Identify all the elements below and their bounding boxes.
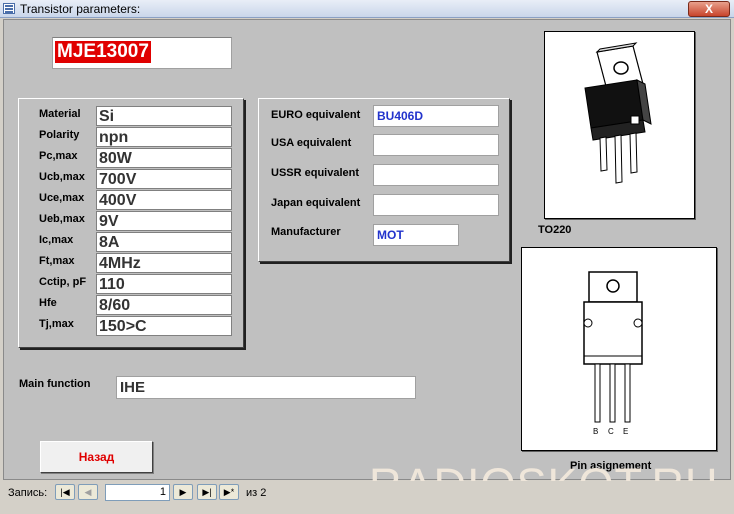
param-value-ueb-max[interactable]: 9V <box>96 211 232 231</box>
param-value-material[interactable]: Si <box>96 106 232 126</box>
param-label: Tj,max <box>39 318 74 330</box>
equiv-label: USA equivalent <box>271 137 352 149</box>
param-value-hfe[interactable]: 8/60 <box>96 295 232 315</box>
next-record-button[interactable]: ▶ <box>173 484 193 500</box>
param-label: Hfe <box>39 297 57 309</box>
japan-equivalent-field[interactable] <box>373 194 499 216</box>
param-label: Ucb,max <box>39 171 85 183</box>
usa-equivalent-field[interactable] <box>373 134 499 156</box>
main-function-label: Main function <box>19 378 91 390</box>
pin-label-e: E <box>623 427 628 436</box>
pin-label-c: C <box>608 427 614 436</box>
param-value-ft-max[interactable]: 4MHz <box>96 253 232 273</box>
previous-record-button[interactable]: ◀ <box>78 484 98 500</box>
package-image <box>544 31 695 219</box>
param-value-ic-max[interactable]: 8A <box>96 232 232 252</box>
part-number: MJE13007 <box>55 41 151 63</box>
param-label: Material <box>39 108 81 120</box>
window-title: Transistor parameters: <box>20 2 141 16</box>
param-label: Uce,max <box>39 192 85 204</box>
last-record-button[interactable]: ▶| <box>197 484 217 500</box>
back-button[interactable]: Назад <box>40 441 153 473</box>
record-total: 2 <box>260 487 267 499</box>
param-label: Ic,max <box>39 234 74 246</box>
param-label: Cctip, pF <box>39 276 87 288</box>
param-label: Ft,max <box>39 255 75 267</box>
pinout-image: B C E <box>521 247 717 451</box>
package-label: TO220 <box>538 224 572 236</box>
param-value-uce-max[interactable]: 400V <box>96 190 232 210</box>
close-button[interactable]: X <box>688 1 730 17</box>
part-number-field[interactable]: MJE13007 <box>52 37 232 69</box>
title-bar: Transistor parameters: X <box>0 0 734 18</box>
record-label: Запись: <box>8 487 48 499</box>
current-record-input[interactable]: 1 <box>105 484 170 501</box>
equivalents-panel: EURO equivalent BU406D USA equivalent US… <box>258 98 510 262</box>
param-label: Pc,max <box>39 150 78 162</box>
equiv-label: Japan equivalent <box>271 197 361 209</box>
equiv-label: USSR equivalent <box>271 167 360 179</box>
param-label: Polarity <box>39 129 80 141</box>
param-value-pc-max[interactable]: 80W <box>96 148 232 168</box>
param-label: Ueb,max <box>39 213 85 225</box>
ussr-equivalent-field[interactable] <box>373 164 499 186</box>
param-value-ucb-max[interactable]: 700V <box>96 169 232 189</box>
manufacturer-field[interactable]: MOT <box>373 224 459 246</box>
first-record-button[interactable]: |◀ <box>55 484 75 500</box>
param-value-polarity[interactable]: npn <box>96 127 232 147</box>
param-value-cctip[interactable]: 110 <box>96 274 232 294</box>
pin-label-b: B <box>593 427 598 436</box>
pinout-drawing: B C E <box>583 271 643 436</box>
to220-package-drawing <box>584 42 652 184</box>
record-navigation-bar: Запись: |◀ ◀ 1 ▶ ▶| ▶* из 2 <box>0 481 734 514</box>
param-value-tj-max[interactable]: 150>C <box>96 316 232 336</box>
record-of-label: из <box>246 487 258 499</box>
equiv-label: EURO equivalent <box>271 109 361 121</box>
main-function-field[interactable]: IHE <box>116 376 416 399</box>
parameters-panel: Material Si Polarity npn Pc,max 80W Ucb,… <box>18 98 244 348</box>
euro-equivalent-field[interactable]: BU406D <box>373 105 499 127</box>
new-record-button[interactable]: ▶* <box>219 484 239 500</box>
record-count: из 2 <box>246 487 266 499</box>
equiv-label: Manufacturer <box>271 226 341 238</box>
form-icon <box>3 3 15 14</box>
